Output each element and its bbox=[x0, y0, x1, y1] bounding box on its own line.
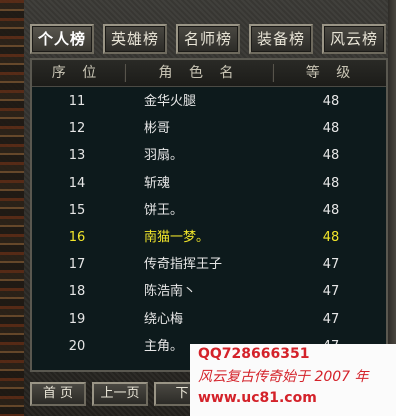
row-rank: 13 bbox=[68, 148, 86, 164]
background-game-strip bbox=[0, 0, 24, 416]
table-row[interactable]: 19 绕心梅 47 bbox=[32, 306, 386, 333]
row-level: 47 bbox=[322, 257, 340, 273]
row-name: 羽扇。 bbox=[144, 148, 184, 164]
tab-fengyun[interactable]: 风云榜 bbox=[322, 24, 386, 54]
row-rank: 20 bbox=[68, 338, 86, 354]
table-row[interactable]: 12 彬哥 48 bbox=[32, 115, 386, 142]
tab-personal[interactable]: 个人榜 bbox=[30, 24, 94, 54]
row-level: 47 bbox=[322, 284, 340, 300]
header-divider bbox=[124, 64, 126, 82]
watermark-overlay: QQ728666351 风云复古传奇始于 2007 年 www.uc81.com bbox=[190, 344, 396, 416]
table-row[interactable]: 14 斩魂 48 bbox=[32, 170, 386, 197]
header-name: 角 色 名 bbox=[158, 65, 240, 81]
table-row-selected[interactable]: 16 南猫一梦。 48 bbox=[32, 224, 386, 251]
header-rank: 序 位 bbox=[51, 65, 103, 81]
watermark-url: www.uc81.com bbox=[198, 390, 317, 406]
row-level: 48 bbox=[322, 148, 340, 164]
table-row[interactable]: 11 金华火腿 48 bbox=[32, 88, 386, 115]
row-level: 47 bbox=[322, 311, 340, 327]
tab-equipment[interactable]: 装备榜 bbox=[249, 24, 313, 54]
row-name: 饼王。 bbox=[144, 202, 184, 218]
table-row[interactable]: 13 羽扇。 48 bbox=[32, 142, 386, 169]
row-rank: 17 bbox=[68, 257, 86, 273]
row-name: 金华火腿 bbox=[144, 94, 197, 109]
row-name: 陈浩南丶 bbox=[144, 284, 197, 300]
row-level: 48 bbox=[322, 229, 340, 245]
row-name: 斩魂 bbox=[144, 175, 171, 191]
row-rank: 18 bbox=[68, 284, 86, 300]
tab-hero[interactable]: 英雄榜 bbox=[103, 24, 167, 54]
row-rank: 19 bbox=[68, 311, 86, 327]
row-rank: 11 bbox=[68, 94, 86, 109]
row-rank: 12 bbox=[68, 121, 86, 137]
row-rank: 16 bbox=[68, 229, 86, 245]
row-name: 绕心梅 bbox=[144, 311, 184, 327]
ranking-list: 11 金华火腿 48 12 彬哥 48 13 羽扇。 48 14 斩魂 48 1… bbox=[32, 88, 386, 360]
prev-page-button[interactable]: 上一页 bbox=[92, 382, 148, 406]
header-divider bbox=[272, 64, 274, 82]
row-rank: 15 bbox=[68, 202, 86, 218]
row-name: 彬哥 bbox=[144, 121, 171, 137]
header-level: 等 级 bbox=[305, 65, 357, 81]
row-name: 传奇指挥王子 bbox=[144, 257, 223, 273]
row-name: 南猫一梦。 bbox=[144, 229, 210, 245]
row-level: 48 bbox=[322, 94, 340, 109]
row-level: 48 bbox=[322, 202, 340, 218]
watermark-qq: QQ728666351 bbox=[198, 346, 310, 362]
table-row[interactable]: 15 饼王。 48 bbox=[32, 197, 386, 224]
table-header: 序 位 角 色 名 等 级 bbox=[32, 60, 386, 87]
table-row[interactable]: 17 传奇指挥王子 47 bbox=[32, 251, 386, 278]
row-level: 48 bbox=[322, 175, 340, 191]
watermark-slogan: 风云复古传奇始于 2007 年 bbox=[198, 369, 369, 385]
tab-master[interactable]: 名师榜 bbox=[176, 24, 240, 54]
row-rank: 14 bbox=[68, 175, 86, 191]
ranking-panel: 序 位 角 色 名 等 级 11 金华火腿 48 12 彬哥 48 13 羽扇。… bbox=[30, 58, 388, 372]
row-level: 48 bbox=[322, 121, 340, 137]
ranking-tabs: 个人榜 英雄榜 名师榜 装备榜 风云榜 bbox=[30, 24, 388, 58]
first-page-button[interactable]: 首 页 bbox=[30, 382, 86, 406]
table-row[interactable]: 18 陈浩南丶 47 bbox=[32, 278, 386, 305]
